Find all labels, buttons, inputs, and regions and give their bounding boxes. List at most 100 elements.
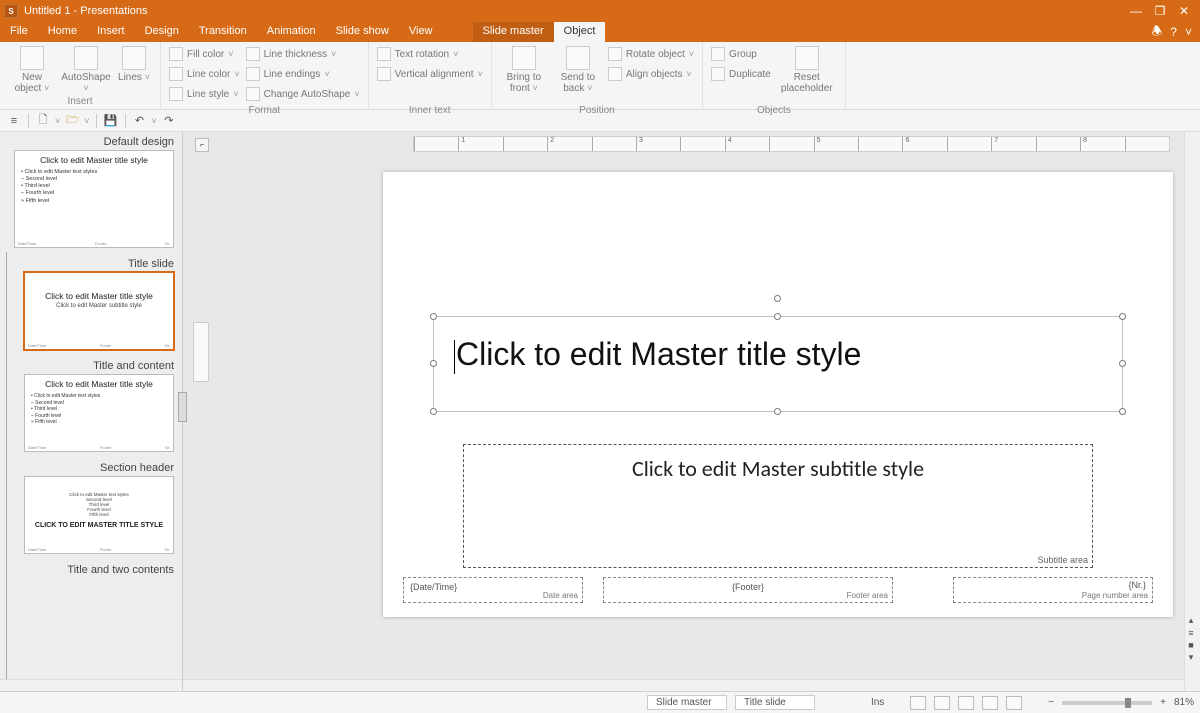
new-object-icon xyxy=(20,46,44,70)
prev-slide-icon: ▴ xyxy=(1189,615,1194,626)
line-style-icon xyxy=(169,87,183,101)
menu-home[interactable]: Home xyxy=(38,22,87,42)
bring-to-front-button[interactable]: Bring to front ˅ xyxy=(500,44,548,104)
rotate-object-button[interactable]: Rotate object ˅ xyxy=(608,44,694,64)
reset-placeholder-button[interactable]: Reset placeholder xyxy=(777,44,837,104)
title-text[interactable]: Click to edit Master title style xyxy=(434,317,1122,392)
menu-slideshow[interactable]: Slide show xyxy=(326,22,399,42)
slide-panel: Default design Click to edit Master titl… xyxy=(0,132,183,691)
qat-menu-icon[interactable]: ≡ xyxy=(6,113,22,129)
maximize-button[interactable]: ❐ xyxy=(1148,4,1172,18)
view-master-icon[interactable] xyxy=(1006,696,1022,710)
menu-bar: File Home Insert Design Transition Anima… xyxy=(0,22,1200,42)
zoom-in-button[interactable]: + xyxy=(1160,697,1166,708)
line-style-button[interactable]: Line style ˅ xyxy=(169,84,240,104)
qat-undo-icon[interactable]: ↶ xyxy=(132,113,148,129)
panel-hscroll[interactable] xyxy=(0,679,182,691)
qat-new-icon[interactable]: 🗋 xyxy=(35,113,51,129)
menu-file[interactable]: File xyxy=(0,22,38,42)
title-bar: S Untitled 1 - Presentations — ❐ ✕ xyxy=(0,0,1200,22)
layout-thumbnail-section-header[interactable]: Click to edit Master text styles Second … xyxy=(24,476,174,554)
ribbon-group-inner-text: Text rotation ˅ Vertical alignment ˅ x I… xyxy=(369,42,492,109)
master-thumbnail[interactable]: Click to edit Master title style • Click… xyxy=(14,150,174,248)
zoom-value[interactable]: 81% xyxy=(1174,697,1194,708)
menu-slide-master[interactable]: Slide master xyxy=(473,22,554,42)
notifications-icon[interactable]: 🕭 xyxy=(1152,22,1163,43)
align-objects-button[interactable]: Align objects ˅ xyxy=(608,64,694,84)
line-thickness-button[interactable]: Line thickness ˅ xyxy=(246,44,360,64)
group-button[interactable]: Group xyxy=(711,44,771,64)
align-icon xyxy=(608,67,622,81)
ribbon-group-format: Fill color ˅ Line color ˅ Line style ˅ L… xyxy=(161,42,369,109)
reset-placeholder-icon xyxy=(795,46,819,70)
minimize-button[interactable]: — xyxy=(1124,4,1148,18)
slide[interactable]: Click to edit Master title style Click t… xyxy=(383,172,1173,617)
view-outline-icon[interactable] xyxy=(934,696,950,710)
menu-object[interactable]: Object xyxy=(554,22,606,42)
status-layout: Title slide xyxy=(735,695,815,710)
layout-label: Default design xyxy=(10,132,182,150)
send-to-back-icon xyxy=(566,46,590,70)
help-icon[interactable]: ? xyxy=(1170,25,1177,39)
ribbon-group-label: Insert xyxy=(8,95,152,109)
slide-nav-buttons[interactable]: ▴≡■▾ xyxy=(1184,615,1198,663)
fill-color-icon xyxy=(169,47,183,61)
close-button[interactable]: ✕ xyxy=(1172,4,1196,18)
ribbon-group-objects: Group Duplicate x Reset placeholder Obje… xyxy=(703,42,846,109)
next-slide-icon: ▾ xyxy=(1189,652,1194,663)
editor: ⌐ 12345678 Click to edit Master title st… xyxy=(183,132,1200,691)
change-autoshape-button[interactable]: Change AutoShape ˅ xyxy=(246,84,360,104)
send-to-back-button[interactable]: Send to back ˅ xyxy=(554,44,602,104)
vertical-alignment-button[interactable]: Vertical alignment ˅ xyxy=(377,64,483,84)
app-icon: S xyxy=(4,4,18,18)
window-title: Untitled 1 - Presentations xyxy=(24,5,148,17)
autoshape-button[interactable]: AutoShape ˅ xyxy=(62,44,110,95)
line-color-button[interactable]: Line color ˅ xyxy=(169,64,240,84)
view-present-icon[interactable] xyxy=(982,696,998,710)
ribbon-group-insert: New object ˅ AutoShape ˅ Lines ˅ Insert xyxy=(0,42,161,109)
ribbon-group-position: Bring to front ˅ Send to back ˅ Rotate o… xyxy=(492,42,703,109)
subtitle-text[interactable]: Click to edit Master subtitle style xyxy=(464,445,1092,492)
menu-transition[interactable]: Transition xyxy=(189,22,257,42)
duplicate-button[interactable]: Duplicate xyxy=(711,64,771,84)
ribbon: New object ˅ AutoShape ˅ Lines ˅ Insert … xyxy=(0,42,1200,110)
line-color-icon xyxy=(169,67,183,81)
vertical-scrollbar[interactable] xyxy=(1184,132,1200,691)
status-ins: Ins xyxy=(871,697,884,708)
qat-redo-icon[interactable]: ↷ xyxy=(161,113,177,129)
layout-thumbnail-title-content[interactable]: Click to edit Master title style • Click… xyxy=(24,374,174,452)
duplicate-icon xyxy=(711,67,725,81)
layout-thumbnail-title-slide[interactable]: Click to edit Master title style Click t… xyxy=(24,272,174,350)
subtitle-area-label: Subtitle area xyxy=(1037,555,1088,565)
qat-open-icon[interactable]: 🗁 xyxy=(64,113,80,129)
rotate-icon xyxy=(608,47,622,61)
group-icon xyxy=(711,47,725,61)
fill-color-button[interactable]: Fill color ˅ xyxy=(169,44,240,64)
view-normal-icon[interactable] xyxy=(910,696,926,710)
subtitle-placeholder[interactable]: Click to edit Master subtitle style Subt… xyxy=(463,444,1093,568)
vertical-alignment-icon xyxy=(377,67,391,81)
menu-view[interactable]: View xyxy=(399,22,443,42)
page-number-placeholder[interactable]: {Nr.} Page number area xyxy=(953,577,1153,603)
bring-to-front-icon xyxy=(512,46,536,70)
ribbon-collapse-icon[interactable]: ˅ xyxy=(1185,25,1192,39)
text-rotation-icon xyxy=(377,47,391,61)
zoom-out-button[interactable]: − xyxy=(1048,697,1054,708)
lines-button[interactable]: Lines ˅ xyxy=(116,44,152,95)
menu-design[interactable]: Design xyxy=(135,22,189,42)
zoom-slider[interactable] xyxy=(1062,701,1152,705)
menu-insert[interactable]: Insert xyxy=(87,22,135,42)
new-object-button[interactable]: New object ˅ xyxy=(8,44,56,95)
footer-placeholder[interactable]: {Footer} Footer area xyxy=(603,577,893,603)
qat-save-icon[interactable]: 💾 xyxy=(103,113,119,129)
title-placeholder[interactable]: Click to edit Master title style xyxy=(433,316,1123,412)
date-placeholder[interactable]: {Date/Time} Date area xyxy=(403,577,583,603)
canvas[interactable]: Click to edit Master title style Click t… xyxy=(183,132,1200,691)
horizontal-scrollbar[interactable] xyxy=(183,679,1184,691)
line-thickness-icon xyxy=(246,47,260,61)
view-sorter-icon[interactable] xyxy=(958,696,974,710)
menu-animation[interactable]: Animation xyxy=(257,22,326,42)
text-rotation-button[interactable]: Text rotation ˅ xyxy=(377,44,483,64)
line-endings-button[interactable]: Line endings ˅ xyxy=(246,64,360,84)
status-bar: Slide master Title slide Ins − + 81% xyxy=(0,691,1200,713)
